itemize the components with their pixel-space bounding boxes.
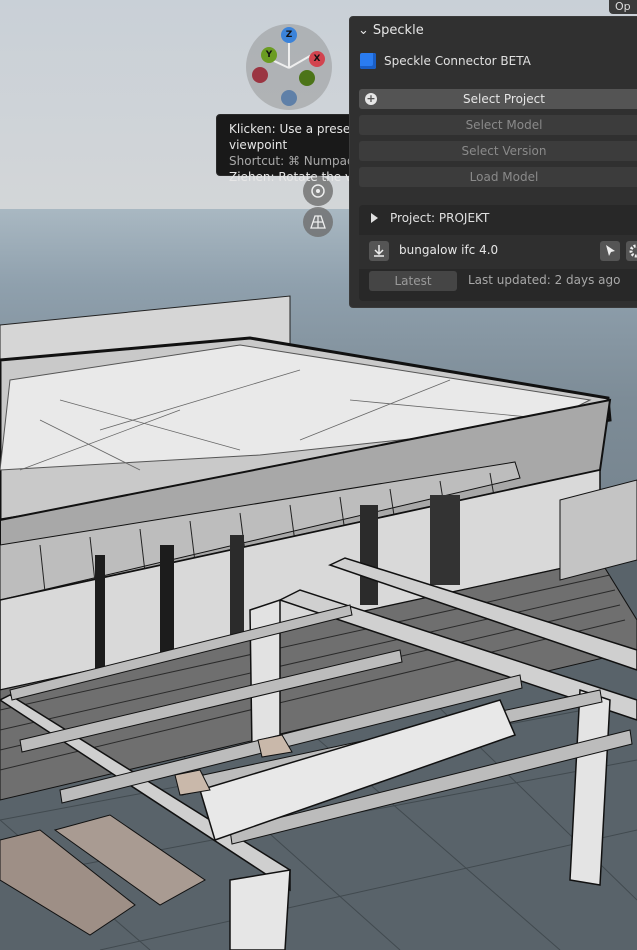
- panel-title: Speckle: [372, 23, 424, 38]
- grid-icon: [310, 215, 326, 229]
- panel-header[interactable]: ⌄ Speckle: [358, 23, 424, 38]
- speckle-cube-icon: [360, 53, 376, 69]
- select-project-button[interactable]: + Select Project: [359, 89, 637, 109]
- select-project-label: Select Project: [463, 92, 545, 106]
- model-name: bungalow ifc 4.0: [399, 243, 499, 257]
- model-row: bungalow ifc 4.0: [359, 235, 637, 269]
- z-axis-line: [288, 42, 290, 68]
- neg-z-axis-icon[interactable]: [281, 90, 297, 106]
- chevron-down-icon: ⌄: [358, 23, 369, 38]
- last-updated-text: Last updated: 2 days ago: [468, 273, 621, 287]
- y-axis-icon[interactable]: Y: [261, 47, 277, 63]
- neg-x-axis-icon[interactable]: [252, 67, 268, 83]
- download-icon: [374, 245, 384, 257]
- gear-icon: [629, 244, 637, 258]
- select-model-button[interactable]: Select Model: [359, 115, 637, 135]
- download-button[interactable]: [369, 241, 389, 261]
- neg-y-axis-icon[interactable]: [299, 70, 315, 86]
- select-cursor-icon: [606, 245, 615, 256]
- load-model-button[interactable]: Load Model: [359, 167, 637, 187]
- connector-label: Speckle Connector BETA: [384, 54, 531, 68]
- settings-button[interactable]: [626, 241, 637, 261]
- z-axis-icon[interactable]: Z: [281, 27, 297, 43]
- select-version-label: Select Version: [461, 144, 547, 158]
- navigation-gizmo[interactable]: Z Y X: [246, 24, 332, 110]
- select-version-button[interactable]: Select Version: [359, 141, 637, 161]
- options-button[interactable]: Op: [609, 0, 637, 14]
- plus-circle-icon: +: [365, 92, 377, 105]
- version-latest-button[interactable]: Latest: [369, 271, 457, 291]
- project-header[interactable]: Project: PROJEKT: [371, 211, 489, 225]
- x-axis-icon[interactable]: X: [309, 51, 325, 67]
- project-section: Project: PROJEKT bungalow ifc 4.0 Latest…: [359, 205, 637, 301]
- speckle-panel: ⌄ Speckle Speckle Connector BETA + Select…: [349, 16, 637, 308]
- ortho-toggle-button[interactable]: [303, 207, 333, 237]
- select-objects-button[interactable]: [600, 241, 620, 261]
- select-model-label: Select Model: [465, 118, 543, 132]
- load-model-label: Load Model: [469, 170, 539, 184]
- connector-row: Speckle Connector BETA: [360, 53, 531, 69]
- project-title-label: Project: PROJEKT: [390, 211, 490, 225]
- triangle-right-icon: [371, 213, 378, 223]
- 3d-viewport[interactable]: Op Z Y X Klicken: Use a preset viewpoint…: [0, 0, 637, 950]
